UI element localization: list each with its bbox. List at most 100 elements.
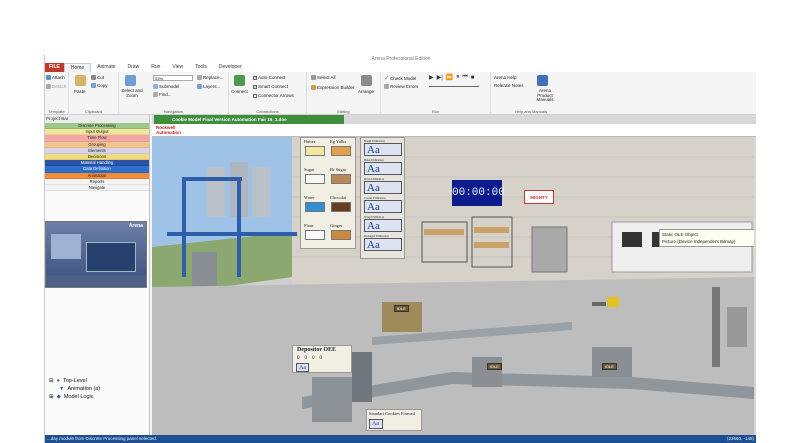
expand-icon[interactable]: ⊞ bbox=[49, 393, 54, 401]
preview-block bbox=[51, 234, 81, 259]
copy-icon bbox=[91, 83, 96, 88]
utilization-panel: Blend Utilization Aa Bake Utilization Aa… bbox=[360, 137, 405, 259]
expression-builder-button[interactable]: Expression Builder bbox=[311, 85, 355, 90]
template-group: Attach Detach Template bbox=[45, 72, 69, 115]
layers-icon bbox=[197, 84, 202, 89]
checkbox-empty-icon bbox=[253, 93, 257, 98]
tab-home[interactable]: Home bbox=[63, 63, 92, 72]
status-message: ...day module from Discrete Processing p… bbox=[47, 436, 158, 441]
clipboard-group: Paste Cut Copy Clipboard bbox=[69, 72, 119, 115]
manuals-icon[interactable] bbox=[537, 75, 548, 86]
stop-icon[interactable]: ■ bbox=[471, 75, 475, 81]
collapse-icon[interactable]: ⊟ bbox=[49, 377, 54, 385]
connections-group: Connect ✓ Auto-Connect ✓ Smart Connect Con… bbox=[229, 72, 307, 115]
select-zoom-icon[interactable] bbox=[125, 75, 136, 86]
tab-tools[interactable]: Tools bbox=[189, 63, 213, 72]
tree-top-level[interactable]: ⊟ ● Top-Level bbox=[49, 377, 100, 385]
connect-button[interactable]: Connect bbox=[231, 89, 248, 94]
panel-preview[interactable]: Arena bbox=[45, 221, 147, 288]
step-icon[interactable]: ▶| bbox=[437, 74, 443, 81]
smart-connect-checkbox[interactable]: ✓ Smart Connect bbox=[253, 84, 288, 89]
tab-animate[interactable]: Animate bbox=[91, 63, 121, 72]
ingredient-label: Br Sugar bbox=[330, 167, 347, 172]
arrange-button[interactable]: Arrange bbox=[358, 89, 374, 94]
depositor-oee-title: Depositor OEE bbox=[297, 347, 337, 353]
tab-draw[interactable]: Draw bbox=[122, 63, 146, 72]
flour-swatch bbox=[305, 230, 325, 240]
document-tab[interactable]: Cookie Model Final Version Automation Fa… bbox=[154, 115, 344, 124]
project-bar: Project Bar Discrete Processing Input Out… bbox=[45, 115, 150, 435]
review-errors-button[interactable]: Review Errors bbox=[384, 84, 418, 89]
ingredient-label: Eg Yolks bbox=[330, 139, 347, 144]
standard-cookies-panel: Standart Cookies Formed Aa bbox=[366, 409, 422, 431]
review-errors-icon bbox=[384, 84, 389, 89]
document-header: Rockwell Automation bbox=[152, 124, 756, 137]
ingredient-label: Chocolat bbox=[330, 195, 347, 200]
ginger-swatch bbox=[331, 230, 351, 240]
find-button[interactable]: Find... bbox=[153, 92, 172, 97]
depositor-value: 0 bbox=[312, 356, 315, 361]
rockwell-logo: Rockwell Automation bbox=[156, 125, 181, 135]
blend-utilization-display[interactable]: Aa bbox=[364, 143, 402, 156]
ribbon: Attach Detach Template Paste Cut Copy Cl… bbox=[45, 72, 756, 115]
auto-connect-checkbox[interactable]: ✓ Auto-Connect bbox=[253, 75, 286, 80]
depositor-aa-display[interactable]: Aa bbox=[296, 363, 309, 372]
ingredient-label: Sugar bbox=[304, 167, 315, 172]
bake-utilization-display[interactable]: Aa bbox=[364, 162, 402, 175]
expression-builder-icon bbox=[311, 85, 316, 90]
start-over-icon[interactable]: ⏮ bbox=[462, 74, 467, 81]
navigation-group: Select and Zoom 53% Submodel Find... Rep… bbox=[119, 72, 229, 115]
panel-navigate[interactable]: Navigate bbox=[45, 184, 149, 192]
select-all-button[interactable]: Select All bbox=[311, 75, 336, 80]
attach-button[interactable]: Attach bbox=[46, 75, 65, 80]
tab-run[interactable]: Run bbox=[145, 63, 166, 72]
sugar-swatch bbox=[305, 174, 325, 184]
speed-slider[interactable] bbox=[429, 86, 479, 87]
tree-animation[interactable]: ▼ Animation (a) bbox=[49, 385, 100, 393]
tree-model-logic[interactable]: ⊞ ◆ Model Logic bbox=[49, 393, 100, 401]
select-and-zoom-button[interactable]: Select and Zoom bbox=[121, 88, 143, 98]
connector-arrows-checkbox[interactable]: Connector Arrows bbox=[253, 93, 294, 98]
standard-cookies-display[interactable]: Aa bbox=[369, 419, 383, 429]
cooler-utilization-display[interactable]: Aa bbox=[364, 200, 402, 213]
egg-yolk-swatch bbox=[331, 146, 351, 156]
ingredient-panel: Butter Eg Yolks Sugar Br Sugar Water Cho… bbox=[300, 137, 356, 249]
check-model-button[interactable]: ✓ Check Model bbox=[384, 75, 416, 82]
check-icon: ✓ bbox=[384, 76, 390, 82]
copy-button[interactable]: Copy bbox=[91, 83, 108, 88]
simulation-clock[interactable]: 00:00:00 bbox=[452, 180, 505, 206]
connect-icon[interactable] bbox=[234, 75, 245, 86]
factory-animation[interactable]: Butter Eg Yolks Sugar Br Sugar Water Cho… bbox=[152, 137, 754, 435]
wrap-utilization-display[interactable]: Aa bbox=[364, 219, 402, 232]
zoom-select[interactable]: 53% bbox=[153, 75, 193, 81]
pause-icon[interactable]: ⏸ bbox=[456, 74, 459, 81]
arrange-icon[interactable] bbox=[361, 75, 372, 86]
run-group: ✓ Check Model Review Errors ▶ ▶| ⏩ ⏸ ⏮ ■ … bbox=[381, 72, 491, 115]
water-swatch bbox=[305, 202, 325, 212]
oven-utilization-display[interactable]: Aa bbox=[364, 181, 402, 194]
detach-icon bbox=[46, 84, 51, 89]
play-icon[interactable]: ▶ bbox=[429, 74, 434, 81]
paste-button[interactable]: Paste bbox=[74, 89, 86, 94]
release-notes-button[interactable]: Release Notes bbox=[494, 83, 524, 88]
file-menu[interactable]: FILE bbox=[45, 63, 64, 72]
paste-icon[interactable] bbox=[75, 75, 86, 86]
select-all-icon bbox=[311, 75, 316, 80]
detach-button[interactable]: Detach bbox=[46, 84, 66, 89]
packager-utilization-display[interactable]: Aa bbox=[364, 238, 402, 251]
editing-group: Select All Expression Builder Arrange Ed… bbox=[307, 72, 381, 115]
ingredient-label: Water bbox=[304, 195, 315, 200]
fast-forward-icon[interactable]: ⏩ bbox=[446, 74, 453, 81]
arena-product-manuals-button[interactable]: Arena Product Manuals bbox=[531, 88, 559, 103]
layers-button[interactable]: Layers... bbox=[197, 84, 220, 89]
depositor-value: 0 bbox=[304, 356, 308, 361]
project-bar-title: Project Bar bbox=[45, 115, 149, 123]
brown-sugar-swatch bbox=[331, 174, 351, 184]
tab-view[interactable]: View bbox=[166, 63, 189, 72]
submodel-button[interactable]: Submodel bbox=[153, 84, 179, 89]
tab-developer[interactable]: Developer bbox=[213, 63, 248, 72]
replace-button[interactable]: Replace... bbox=[197, 75, 223, 80]
ole-object-tooltip: Static OLE Object Picture (Device Indepe… bbox=[659, 229, 754, 247]
cut-button[interactable]: Cut bbox=[91, 75, 104, 80]
arena-help-button[interactable]: Arena Help bbox=[494, 75, 517, 80]
